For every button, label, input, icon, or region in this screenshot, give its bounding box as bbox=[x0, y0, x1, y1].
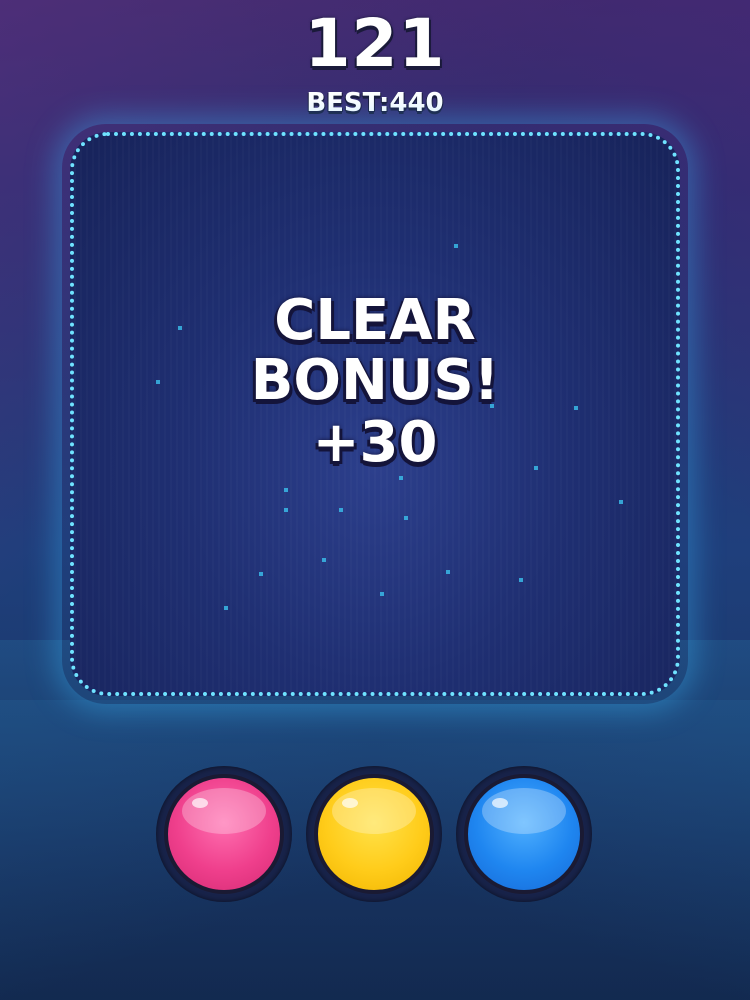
sparkle-particle bbox=[284, 508, 288, 512]
pink-ball-button[interactable] bbox=[164, 774, 284, 894]
sparkle-particle bbox=[519, 578, 523, 582]
sparkle-particle bbox=[224, 606, 228, 610]
yellow-ball-button[interactable] bbox=[314, 774, 434, 894]
ball-glint bbox=[342, 798, 358, 808]
blue-ball-button[interactable] bbox=[464, 774, 584, 894]
ball-highlight bbox=[482, 788, 566, 834]
sparkle-particle bbox=[259, 572, 263, 576]
ball-highlight bbox=[182, 788, 266, 834]
sparkle-particle bbox=[454, 244, 458, 248]
blue-ball-slot bbox=[456, 766, 592, 902]
sparkle-particle bbox=[404, 516, 408, 520]
best-score-label: BEST: bbox=[306, 88, 390, 118]
sparkle-particle bbox=[380, 592, 384, 596]
sparkle-particle bbox=[284, 488, 288, 492]
sparkle-particle bbox=[619, 500, 623, 504]
best-score-value: 440 bbox=[389, 88, 444, 118]
sparkle-particle bbox=[322, 558, 326, 562]
sparkle-particle bbox=[446, 570, 450, 574]
ball-glint bbox=[492, 798, 508, 808]
clear-bonus-points: +30 bbox=[312, 410, 438, 475]
sparkle-particle bbox=[339, 508, 343, 512]
ball-glint bbox=[192, 798, 208, 808]
clear-bonus-subtitle: BONUS! bbox=[250, 348, 500, 413]
yellow-ball-slot bbox=[306, 766, 442, 902]
current-score: 121 bbox=[304, 5, 446, 82]
clear-bonus-title: CLEAR bbox=[274, 288, 476, 353]
sparkle-particle bbox=[399, 476, 403, 480]
ball-highlight bbox=[332, 788, 416, 834]
pink-ball-slot bbox=[156, 766, 292, 902]
best-score: BEST:440 bbox=[0, 86, 750, 120]
